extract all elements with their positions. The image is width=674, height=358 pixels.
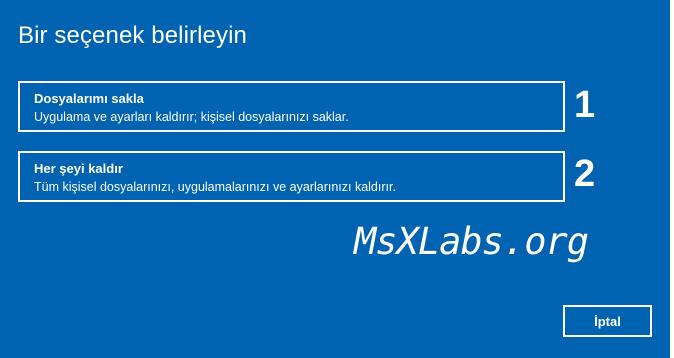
- watermark-text: MsXLabs.org: [354, 220, 589, 263]
- dialog-title: Bir seçenek belirleyin: [18, 22, 247, 49]
- reset-options-dialog: Bir seçenek belirleyin Dosyalarımı sakla…: [0, 0, 670, 358]
- keep-my-files-option[interactable]: Dosyalarımı sakla Uygulama ve ayarları k…: [18, 81, 565, 132]
- cancel-button[interactable]: İptal: [563, 305, 652, 337]
- option-description: Tüm kişisel dosyalarınızı, uygulamaların…: [34, 180, 396, 194]
- window-edge: [670, 0, 674, 358]
- option-title: Dosyalarımı sakla: [34, 91, 144, 106]
- option-description: Uygulama ve ayarları kaldırır; kişisel d…: [34, 110, 349, 124]
- option-title: Her şeyi kaldır: [34, 161, 123, 176]
- remove-everything-option[interactable]: Her şeyi kaldır Tüm kişisel dosyalarınız…: [18, 151, 565, 202]
- annotation-number-1: 1: [574, 84, 596, 126]
- annotation-number-2: 2: [574, 153, 596, 195]
